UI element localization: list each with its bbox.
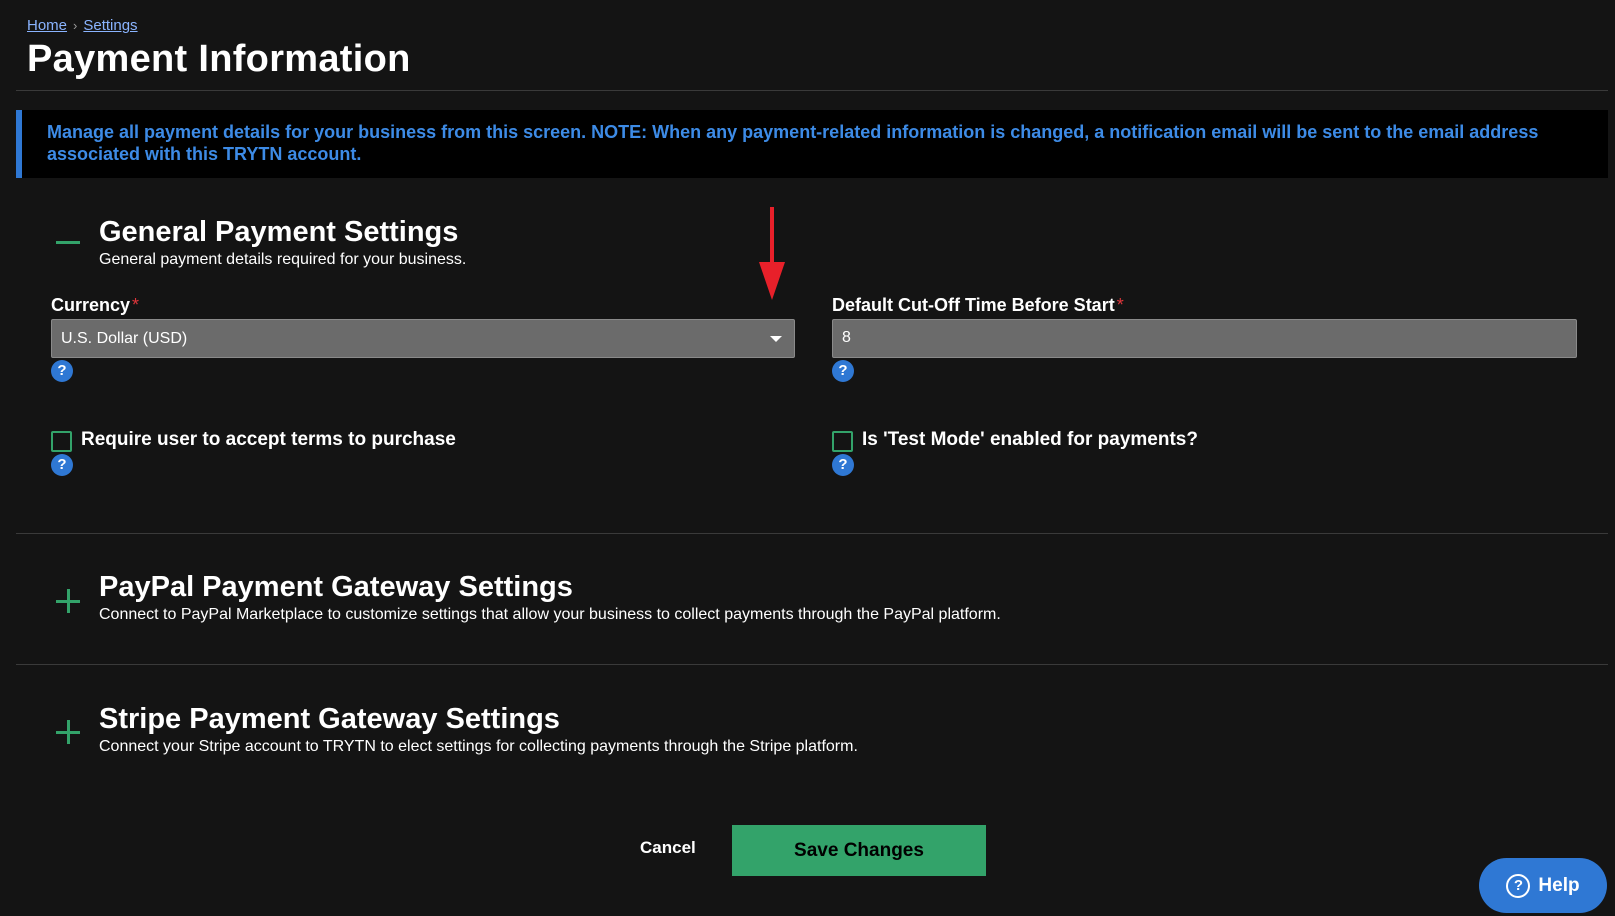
general-section-title[interactable]: General Payment Settings [99, 216, 458, 249]
payment-information-page: Home › Settings Payment Information Mana… [0, 0, 1615, 916]
page-title: Payment Information [27, 38, 411, 80]
info-notice: Manage all payment details for your busi… [16, 110, 1608, 178]
cancel-button[interactable]: Cancel [640, 838, 696, 858]
test-mode-checkbox[interactable] [832, 431, 853, 452]
currency-label: Currency * [51, 295, 140, 315]
test-mode-help-icon[interactable]: ? [832, 454, 854, 476]
cutoff-time-input[interactable]: 8 [832, 319, 1577, 358]
cutoff-help-icon[interactable]: ? [832, 360, 854, 382]
expand-stripe-icon[interactable] [55, 719, 81, 745]
breadcrumb: Home › Settings [27, 17, 138, 34]
paypal-section-description: Connect to PayPal Marketplace to customi… [99, 606, 1001, 623]
help-button[interactable]: ? Help [1479, 858, 1607, 913]
currency-help-icon[interactable]: ? [51, 360, 73, 382]
breadcrumb-settings-link[interactable]: Settings [83, 17, 137, 34]
currency-select[interactable]: U.S. Dollar (USD) [51, 319, 795, 358]
breadcrumb-home-link[interactable]: Home [27, 17, 67, 34]
terms-help-icon[interactable]: ? [51, 454, 73, 476]
test-mode-checkbox-label[interactable]: Is 'Test Mode' enabled for payments? [862, 429, 1198, 451]
title-divider [16, 90, 1608, 91]
stripe-section-title[interactable]: Stripe Payment Gateway Settings [99, 703, 560, 736]
question-circle-icon: ? [1506, 873, 1531, 898]
terms-checkbox-label[interactable]: Require user to accept terms to purchase [81, 429, 456, 451]
section-divider [16, 664, 1608, 665]
general-section-description: General payment details required for you… [99, 251, 467, 268]
expand-paypal-icon[interactable] [55, 588, 81, 614]
annotation-arrow-icon [759, 207, 785, 300]
cutoff-time-value: 8 [842, 329, 851, 346]
required-marker: * [132, 295, 140, 315]
section-divider [16, 533, 1608, 534]
collapse-general-icon[interactable] [55, 229, 81, 255]
terms-checkbox[interactable] [51, 431, 72, 452]
chevron-down-icon [770, 336, 782, 342]
breadcrumb-separator: › [73, 18, 78, 33]
required-marker: * [1116, 295, 1124, 315]
currency-select-value: U.S. Dollar (USD) [61, 330, 188, 347]
save-changes-button[interactable]: Save Changes [732, 825, 986, 876]
stripe-section-description: Connect your Stripe account to TRYTN to … [99, 738, 858, 755]
help-button-label: Help [1538, 874, 1580, 896]
cutoff-label: Default Cut-Off Time Before Start * [832, 295, 1124, 315]
paypal-section-title[interactable]: PayPal Payment Gateway Settings [99, 571, 573, 604]
